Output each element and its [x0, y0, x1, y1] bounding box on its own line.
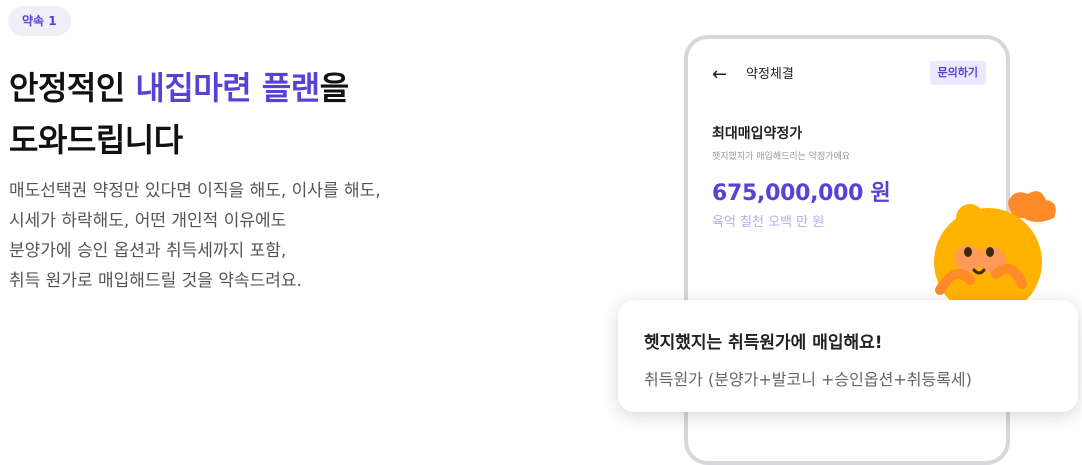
- description-line-1: 매도선택권 약정만 있다면 이직을 해도, 이사를 해도,: [9, 181, 381, 201]
- phone-header: ← 약정체결 문의하기: [712, 61, 986, 91]
- inquire-button[interactable]: 문의하기: [929, 61, 986, 85]
- description: 매도선택권 약정만 있다면 이직을 해도, 이사를 해도, 시세가 하락해도, …: [9, 176, 419, 296]
- mascot-character: [934, 191, 1056, 310]
- step-badge: 약속 1: [8, 6, 71, 36]
- title-accent: 내집마련 플랜: [135, 69, 320, 107]
- phone-title: 약정체결: [746, 67, 794, 82]
- page-title: 안정적인 내집마련 플랜을 도와드립니다: [9, 62, 349, 166]
- title-part1: 안정적인: [9, 69, 136, 107]
- card-subtitle: 취득원가 (분양가+발코니 +승인옵션+취등록세): [644, 370, 972, 389]
- price-value: 675,000,000 원: [712, 181, 891, 206]
- card-title: 헷지했지는 취득원가에 매입해요!: [644, 333, 883, 353]
- title-part2: 을: [319, 69, 349, 107]
- description-line-4: 취득 원가로 매입해드릴 것을 약속드려요.: [9, 271, 302, 291]
- price-label: 최대매입약정가: [712, 126, 803, 142]
- description-line-2: 시세가 하락해도, 어떤 개인적 이유에도: [9, 211, 287, 231]
- info-card: 헷지했지는 취득원가에 매입해요! 취득원가 (분양가+발코니 +승인옵션+취등…: [618, 300, 1078, 412]
- price-description: 헷지했지가 매입해드리는 약정가에요: [712, 152, 851, 162]
- title-line2: 도와드립니다: [9, 121, 183, 159]
- description-line-3: 분양가에 승인 옵션과 취득세까지 포함,: [9, 241, 287, 261]
- price-korean: 육억 칠천 오백 만 원: [712, 215, 825, 230]
- arrow-left-icon[interactable]: ←: [712, 63, 727, 87]
